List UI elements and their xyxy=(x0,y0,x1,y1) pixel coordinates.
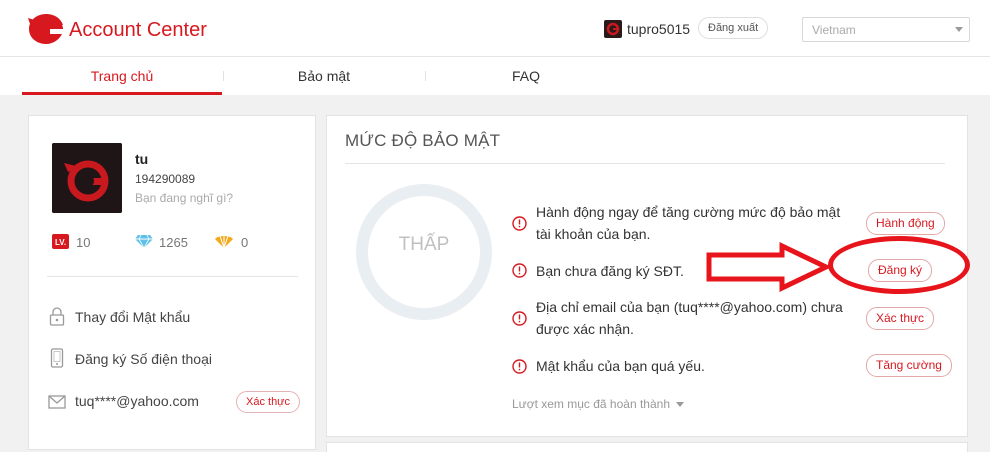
phone-icon xyxy=(50,348,64,373)
warning-icon xyxy=(512,311,527,331)
security-item-text: Địa chỉ email của bạn (tuq****@yahoo.com… xyxy=(536,299,843,337)
warning-icon xyxy=(512,263,527,283)
security-level-title: MỨC ĐỘ BẢO MẬT xyxy=(345,131,501,150)
diamond-value: 1265 xyxy=(159,235,188,250)
app-title: Account Center xyxy=(69,19,207,41)
security-item-text: Bạn chưa đăng ký SĐT. xyxy=(536,263,684,279)
shell-icon xyxy=(214,234,234,254)
annotation-circle xyxy=(828,236,970,294)
tab-security[interactable]: Bảo mật xyxy=(224,57,424,95)
svg-text:LV.: LV. xyxy=(55,238,66,247)
change-password-link[interactable]: Thay đổi Mật khẩu xyxy=(75,309,190,325)
caret-down-icon xyxy=(676,402,684,407)
security-item-text: Hành động ngay để tăng cường mức độ bảo … xyxy=(536,204,841,242)
chevron-down-icon xyxy=(955,27,963,32)
strengthen-password-button[interactable]: Tăng cường xyxy=(866,354,952,377)
lock-icon xyxy=(49,307,65,331)
security-level-value: THẤP xyxy=(398,234,450,255)
garena-logo-icon[interactable] xyxy=(26,12,66,51)
take-action-button[interactable]: Hành động xyxy=(866,212,945,235)
shell-value: 0 xyxy=(241,235,249,250)
warning-icon xyxy=(512,216,527,236)
diamond-icon xyxy=(134,234,154,254)
profile-id: 194290089 xyxy=(135,172,196,186)
username: tupro5015 xyxy=(627,21,691,37)
warning-icon xyxy=(512,359,527,379)
status-placeholder[interactable]: Bạn đang nghĩ gì? xyxy=(135,191,233,205)
security-item-text: Mật khẩu của bạn quá yếu. xyxy=(536,358,705,374)
email-verify-button[interactable]: Xác thực xyxy=(236,391,301,413)
region-selected-value: Vietnam xyxy=(812,23,856,37)
profile-divider xyxy=(47,276,298,277)
logout-button[interactable]: Đăng xuất xyxy=(698,17,769,39)
tab-faq[interactable]: FAQ xyxy=(426,57,626,95)
register-phone-link[interactable]: Đăng ký Số điện thoại xyxy=(75,351,212,367)
mail-icon xyxy=(48,395,66,414)
show-completed-link[interactable]: Lượt xem mục đã hoàn thành xyxy=(512,397,684,411)
level-icon: LV. xyxy=(52,234,69,254)
profile-name: tu xyxy=(135,151,149,167)
main-nav: Trang chủ Bảo mật FAQ xyxy=(0,57,990,95)
tab-home[interactable]: Trang chủ xyxy=(22,57,222,95)
top-bar: Account Center tupro5015 Đăng xuất Vietn… xyxy=(0,0,990,56)
security-divider xyxy=(345,163,945,164)
email-address: tuq****@yahoo.com xyxy=(75,393,199,409)
level-value: 10 xyxy=(76,235,91,250)
annotation-arrow-icon xyxy=(706,242,832,297)
profile-avatar[interactable] xyxy=(52,143,122,213)
region-select[interactable]: Vietnam xyxy=(802,17,970,42)
verify-email-button[interactable]: Xác thực xyxy=(866,307,935,330)
show-completed-label: Lượt xem mục đã hoàn thành xyxy=(512,397,670,411)
user-avatar xyxy=(604,20,622,38)
